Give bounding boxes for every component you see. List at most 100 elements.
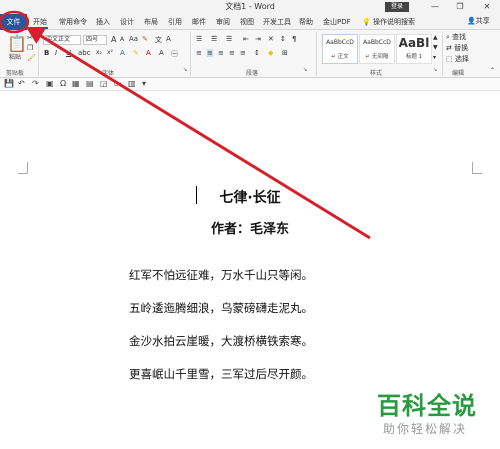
tab-developer[interactable]: 开发工具 <box>263 16 291 28</box>
style-sample: AaBl <box>398 36 430 50</box>
chinese-layout-icon[interactable]: ✕ <box>268 35 274 43</box>
tab-help[interactable]: 帮助 <box>299 16 313 28</box>
char-border-icon[interactable]: A <box>166 35 171 43</box>
replace-icon: ⇄ <box>446 44 455 52</box>
poem-title[interactable]: 七律·长征 <box>0 187 500 207</box>
styles-more-icon[interactable]: ▾ <box>433 54 436 61</box>
tell-me-search[interactable]: 操作说明搜索 <box>373 16 415 28</box>
tab-insert[interactable]: 插入 <box>96 16 110 28</box>
borders-icon[interactable]: ⊞ <box>282 49 288 57</box>
increase-indent-icon[interactable]: ⇥ <box>255 35 261 43</box>
align-left-icon[interactable]: ≡ <box>196 49 202 57</box>
font-dialog-launcher-icon[interactable]: ↘ <box>183 67 187 73</box>
tab-common-commands[interactable]: 常用命令 <box>59 16 87 28</box>
poem-line[interactable]: 金沙水拍云崖暖，大渡桥横铁索寒。 <box>129 333 313 349</box>
tab-references[interactable]: 引用 <box>168 16 182 28</box>
subscript-icon[interactable]: x₂ <box>96 49 102 56</box>
editing-group-label: 编辑 <box>452 70 465 77</box>
align-right-icon[interactable]: ≡ <box>218 49 224 57</box>
qat-customize-icon[interactable]: ▾ <box>142 79 146 88</box>
tab-layout[interactable]: 布局 <box>144 16 158 28</box>
group-separator <box>316 32 317 76</box>
highlight-icon[interactable]: ✎ <box>133 49 139 57</box>
clear-format-icon[interactable]: ✎ <box>142 35 148 43</box>
lightbulb-icon: 💡 <box>362 18 371 26</box>
poem-line[interactable]: 红军不怕远征难，万水千山只等闲。 <box>129 267 313 283</box>
font-size-combo[interactable]: 四号 <box>83 35 107 45</box>
minimize-button[interactable]: — <box>425 0 445 14</box>
align-center-icon[interactable]: ≡ <box>207 49 213 57</box>
bold-button[interactable]: B <box>44 49 49 57</box>
chart-icon[interactable]: ▥ <box>128 79 136 88</box>
find-button[interactable]: ⌕ 查找 <box>446 32 466 42</box>
poem-author[interactable]: 作者：毛泽东 <box>0 218 500 237</box>
styles-dialog-launcher-icon[interactable]: ↘ <box>433 67 437 73</box>
styles-scroll-down-icon[interactable]: ▼ <box>433 44 438 51</box>
style-heading-1[interactable]: AaBl 标题 1 <box>396 34 432 64</box>
redo-icon[interactable]: ↷ <box>32 79 39 88</box>
paste-label[interactable]: 粘贴 <box>9 52 21 61</box>
style-name: ↵ 无间隔 <box>365 54 389 60</box>
textbox-icon[interactable]: ▭ <box>114 79 122 88</box>
poem-line[interactable]: 更喜岷山千里雪，三军过后尽开颜。 <box>129 366 313 382</box>
tab-review[interactable]: 审阅 <box>216 16 230 28</box>
select-label: 选择 <box>454 55 469 63</box>
line-spacing-icon[interactable]: ↕ <box>254 49 260 57</box>
tab-design[interactable]: 设计 <box>120 16 134 28</box>
format-painter-icon[interactable]: 🖌 <box>27 54 36 62</box>
style-name: 标题 1 <box>405 54 423 60</box>
grow-font-button[interactable]: A <box>111 35 116 44</box>
paragraph-group-label: 段落 <box>246 70 259 77</box>
undo-icon[interactable]: ↶ <box>18 79 25 88</box>
restore-button[interactable]: ❐ <box>450 0 470 14</box>
text-effects-icon[interactable]: A <box>120 49 125 57</box>
text-cursor <box>196 186 197 204</box>
change-case-button[interactable]: Aa <box>129 35 138 43</box>
decrease-indent-icon[interactable]: ⇤ <box>243 35 249 43</box>
share-button[interactable]: 👤共享 <box>467 16 490 26</box>
justify-icon[interactable]: ≡ <box>229 49 235 57</box>
underline-button[interactable]: U <box>66 49 71 57</box>
replace-button[interactable]: ⇄ 替换 <box>446 43 468 53</box>
tab-mailings[interactable]: 邮件 <box>192 16 206 28</box>
picture-icon[interactable]: ▤ <box>86 79 94 88</box>
numbering-icon[interactable]: ☰ <box>211 35 217 43</box>
active-tab-indicator <box>30 27 48 29</box>
font-name-combo[interactable]: 中文正文 <box>43 35 81 45</box>
distributed-icon[interactable]: ≡ <box>240 49 246 57</box>
styles-scroll-up-icon[interactable]: ▲ <box>433 34 438 41</box>
multilevel-list-icon[interactable]: ☰ <box>226 35 232 43</box>
screenshot-icon[interactable]: ▣ <box>46 79 54 88</box>
font-color-icon[interactable]: A <box>146 49 151 57</box>
italic-button[interactable]: I <box>55 49 57 57</box>
paragraph-dialog-launcher-icon[interactable]: ↘ <box>303 67 307 73</box>
login-button[interactable]: 登录 <box>385 2 409 12</box>
omega-icon[interactable]: Ω <box>60 79 66 88</box>
tab-file[interactable]: 文件 <box>0 14 27 30</box>
strikethrough-icon[interactable]: abc <box>78 49 91 57</box>
close-button[interactable]: ✕ <box>477 0 497 14</box>
paste-icon[interactable]: 📋 <box>7 34 27 53</box>
poem-line[interactable]: 五岭逶迤腾细浪，乌蒙磅礴走泥丸。 <box>129 300 313 316</box>
char-shading-icon[interactable]: A <box>159 49 164 57</box>
sort-icon[interactable]: ↕ <box>280 35 286 43</box>
superscript-icon[interactable]: x² <box>107 49 113 56</box>
table-icon[interactable]: ▦ <box>72 79 80 88</box>
bullets-icon[interactable]: ☰ <box>196 35 202 43</box>
save-icon[interactable]: 💾 <box>4 79 14 88</box>
copy-icon[interactable]: ❐ <box>27 44 33 52</box>
enclose-char-icon[interactable]: ㊀ <box>171 49 178 59</box>
tab-kingsoft-pdf[interactable]: 金山PDF <box>323 16 351 28</box>
tab-view[interactable]: 视图 <box>240 16 254 28</box>
style-normal[interactable]: AaBbCcD ↵ 正文 <box>322 34 358 64</box>
phonetic-guide-icon[interactable]: 文 <box>155 35 162 45</box>
select-button[interactable]: ⬚ 选择 <box>446 54 469 64</box>
style-no-spacing[interactable]: AaBbCcD ↵ 无间隔 <box>359 34 395 64</box>
cut-icon[interactable]: ✂ <box>27 34 33 42</box>
collapse-ribbon-icon[interactable]: ⌃ <box>490 67 495 74</box>
show-marks-icon[interactable]: ¶ <box>292 35 296 43</box>
shapes-icon[interactable]: ◲ <box>100 79 108 88</box>
shrink-font-button[interactable]: A <box>120 36 124 43</box>
clipboard-group-label: 剪贴板 <box>6 70 25 77</box>
shading-icon[interactable]: ◆ <box>268 49 273 57</box>
